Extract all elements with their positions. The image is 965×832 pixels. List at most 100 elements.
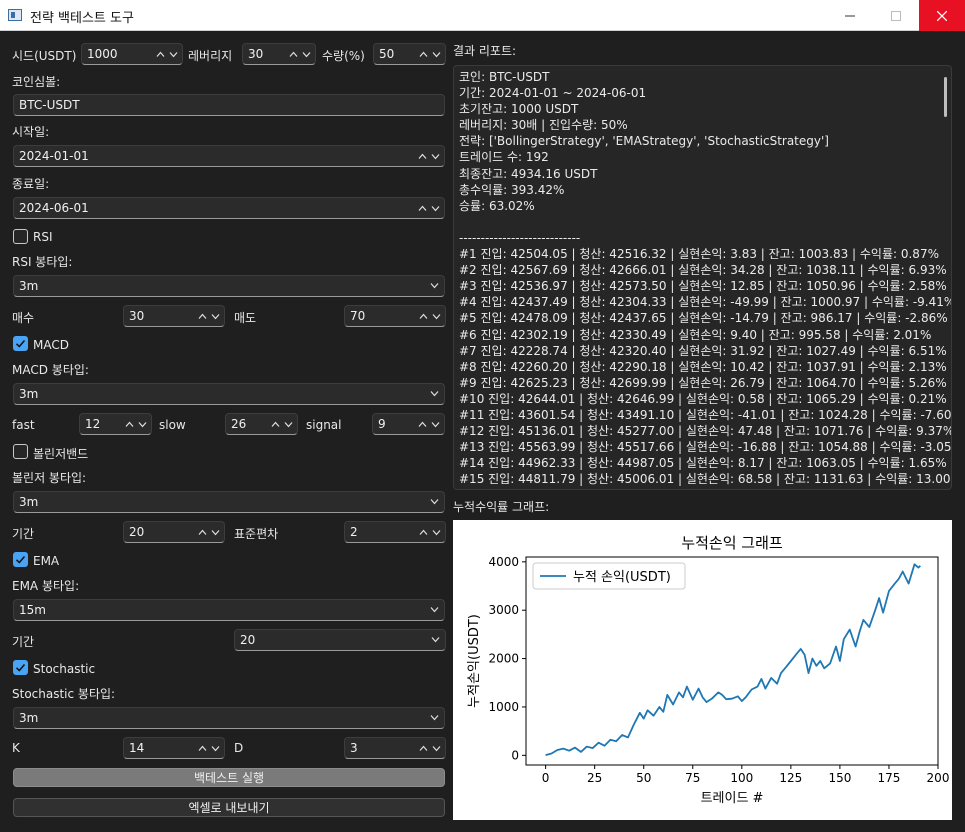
ema-timeframe-select[interactable]: 15m xyxy=(13,599,445,621)
rsi-sell-spinbox[interactable]: 70 xyxy=(344,305,446,327)
symbol-input[interactable]: BTC-USDT xyxy=(13,94,445,116)
spin-down-icon[interactable] xyxy=(431,204,440,213)
x-tick-label: 100 xyxy=(730,771,753,785)
spin-up-icon[interactable] xyxy=(419,744,428,753)
stochastic-d-spinbox[interactable]: 3 xyxy=(344,737,446,759)
spin-up-icon[interactable] xyxy=(419,50,428,59)
spin-up-icon[interactable] xyxy=(198,312,207,321)
end-date-value: 2024-06-01 xyxy=(19,201,89,215)
spin-down-icon[interactable] xyxy=(211,312,220,321)
end-date-edit[interactable]: 2024-06-01 xyxy=(13,197,445,219)
spin-up-icon[interactable] xyxy=(198,744,207,753)
rsi-checkbox[interactable] xyxy=(13,229,28,244)
bollinger-period-spinbox[interactable]: 20 xyxy=(123,521,225,543)
spin-up-icon[interactable] xyxy=(418,152,427,161)
seed-spinbox[interactable]: 1000 xyxy=(81,43,183,65)
report-textarea[interactable]: 코인: BTC-USDT 기간: 2024-01-01 ~ 2024-06-01 초… xyxy=(453,65,952,490)
chevron-down-icon xyxy=(430,281,440,291)
spin-up-icon[interactable] xyxy=(419,528,428,537)
maximize-icon[interactable] xyxy=(873,0,919,31)
spin-down-icon[interactable] xyxy=(138,420,147,429)
spin-up-icon[interactable] xyxy=(289,50,298,59)
chevron-down-icon xyxy=(430,605,440,615)
leverage-spinbox[interactable]: 30 xyxy=(242,43,316,65)
spin-down-icon[interactable] xyxy=(432,312,441,321)
spin-up-icon[interactable] xyxy=(418,420,427,429)
x-axis-label: 트레이드 # xyxy=(701,791,764,806)
ema-period-select[interactable]: 20 xyxy=(234,629,446,651)
minimize-icon[interactable] xyxy=(827,0,873,31)
macd-signal-spinbox[interactable]: 9 xyxy=(372,413,445,435)
chevron-down-icon xyxy=(430,389,440,399)
spin-up-icon[interactable] xyxy=(198,528,207,537)
macd-slow-value: 26 xyxy=(231,417,247,431)
bollinger-timeframe-select[interactable]: 3m xyxy=(13,491,445,513)
macd-checkbox[interactable] xyxy=(13,336,28,351)
y-tick-label: 4000 xyxy=(488,555,519,569)
report-line: #8 진입: 42260.20 | 청산: 42290.18 | 실현손익: 1… xyxy=(459,359,947,374)
spin-down-icon[interactable] xyxy=(432,50,441,59)
bollinger-period-label: 기간 xyxy=(12,527,35,541)
spin-down-icon[interactable] xyxy=(211,744,220,753)
macd-label: MACD xyxy=(33,338,69,352)
spin-down-icon[interactable] xyxy=(432,528,441,537)
report-line: #13 진입: 45563.99 | 청산: 45517.66 | 실현손익: … xyxy=(459,440,952,455)
report-line: #11 진입: 43601.54 | 청산: 43491.10 | 실현손익: … xyxy=(459,407,952,422)
spin-up-icon[interactable] xyxy=(418,204,427,213)
spin-down-icon[interactable] xyxy=(211,528,220,537)
spin-down-icon[interactable] xyxy=(432,744,441,753)
bollinger-checkbox[interactable] xyxy=(13,444,28,459)
report-line: #9 진입: 42625.23 | 청산: 42699.99 | 실현손익: 2… xyxy=(459,375,947,390)
spin-down-icon[interactable] xyxy=(302,50,311,59)
rsi-timeframe-value: 3m xyxy=(19,279,39,293)
y-axis-label: 누적손익(USDT) xyxy=(467,614,482,708)
run-backtest-button[interactable]: 백테스트 실행 xyxy=(13,768,445,787)
report-line: #2 진입: 42567.69 | 청산: 42666.01 | 실현손익: 3… xyxy=(459,263,947,278)
y-tick-label: 3000 xyxy=(488,603,519,617)
spin-up-icon[interactable] xyxy=(419,312,428,321)
spin-up-icon[interactable] xyxy=(271,420,280,429)
report-line: #14 진입: 44962.33 | 청산: 44987.05 | 실현손익: … xyxy=(459,456,947,471)
spin-down-icon[interactable] xyxy=(431,420,440,429)
report-line: #3 진입: 42536.97 | 청산: 42573.50 | 실현손익: 1… xyxy=(459,279,947,294)
stochastic-checkbox[interactable] xyxy=(13,660,28,675)
x-tick-label: 75 xyxy=(685,771,700,785)
macd-timeframe-select[interactable]: 3m xyxy=(13,383,445,405)
export-excel-button[interactable]: 엑셀로 내보내기 xyxy=(13,798,445,817)
spin-down-icon[interactable] xyxy=(169,50,178,59)
start-date-label: 시작일: xyxy=(12,125,50,139)
stochastic-k-spinbox[interactable]: 14 xyxy=(123,737,225,759)
report-line: #15 진입: 44811.79 | 청산: 45006.01 | 실현손익: … xyxy=(459,472,952,487)
ema-checkbox[interactable] xyxy=(13,552,28,567)
spin-up-icon[interactable] xyxy=(156,50,165,59)
rsi-timeframe-label: RSI 봉타입: xyxy=(12,255,73,269)
report-scrollbar[interactable] xyxy=(944,77,947,117)
symbol-value: BTC-USDT xyxy=(19,98,80,112)
report-line: 기간: 2024-01-01 ~ 2024-06-01 xyxy=(459,86,647,101)
spin-down-icon[interactable] xyxy=(431,152,440,161)
seed-label: 시드(USDT) xyxy=(12,49,77,63)
stochastic-timeframe-select[interactable]: 3m xyxy=(13,707,445,729)
macd-fast-spinbox[interactable]: 12 xyxy=(79,413,152,435)
qty-spinbox[interactable]: 50 xyxy=(373,43,446,65)
x-tick-label: 50 xyxy=(636,771,651,785)
start-date-edit[interactable]: 2024-01-01 xyxy=(13,145,445,167)
report-line: 초기잔고: 1000 USDT xyxy=(459,102,579,117)
macd-slow-spinbox[interactable]: 26 xyxy=(225,413,298,435)
rsi-timeframe-select[interactable]: 3m xyxy=(13,275,445,297)
chevron-down-icon xyxy=(431,635,441,645)
spin-up-icon[interactable] xyxy=(125,420,134,429)
report-line xyxy=(459,214,951,230)
bollinger-timeframe-label: 볼린저 봉타입: xyxy=(12,471,87,485)
bollinger-std-value: 2 xyxy=(350,525,358,539)
stochastic-k-label: K xyxy=(12,741,20,755)
rsi-buy-spinbox[interactable]: 30 xyxy=(123,305,225,327)
close-icon[interactable] xyxy=(919,0,965,31)
report-line: #6 진입: 42302.19 | 청산: 42330.49 | 실현손익: 9… xyxy=(459,327,932,342)
x-tick-label: 175 xyxy=(877,771,900,785)
spin-down-icon[interactable] xyxy=(284,420,293,429)
ema-timeframe-value: 15m xyxy=(19,603,46,617)
bollinger-std-label: 표준편차 xyxy=(234,527,279,541)
macd-fast-label: fast xyxy=(12,418,35,432)
bollinger-std-spinbox[interactable]: 2 xyxy=(344,521,446,543)
